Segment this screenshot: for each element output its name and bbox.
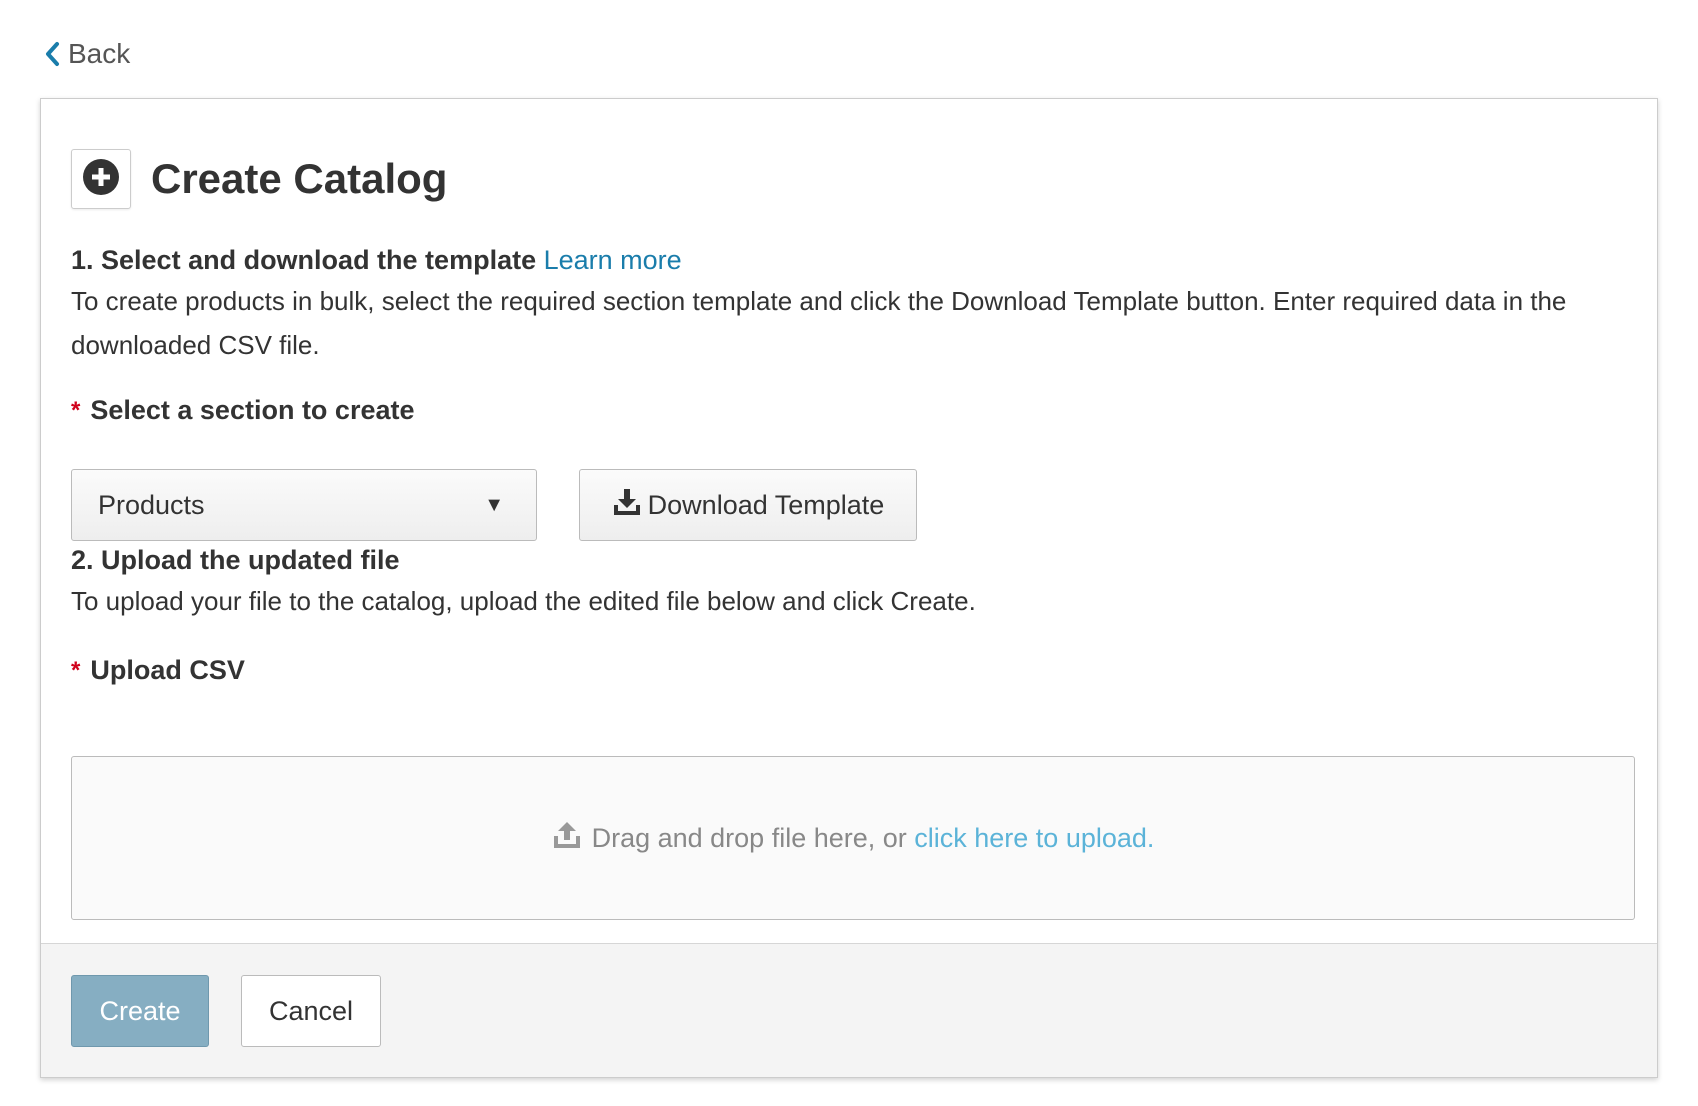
download-icon bbox=[612, 487, 642, 524]
section-field-label: * Select a section to create bbox=[71, 395, 415, 426]
page-title: Create Catalog bbox=[151, 155, 448, 202]
header-icon-box bbox=[71, 149, 131, 209]
upload-icon bbox=[552, 820, 582, 857]
back-link[interactable]: Back bbox=[44, 38, 130, 70]
upload-dropzone[interactable]: Drag and drop file here, or click here t… bbox=[71, 756, 1635, 920]
learn-more-link[interactable]: Learn more bbox=[544, 245, 682, 275]
click-to-upload-link[interactable]: click here to upload. bbox=[914, 823, 1154, 853]
required-marker: * bbox=[71, 656, 81, 684]
card-footer: Create Cancel bbox=[41, 943, 1657, 1077]
create-button[interactable]: Create bbox=[71, 975, 209, 1047]
step2-heading: 2. Upload the updated file bbox=[71, 545, 400, 576]
create-catalog-card: Create Catalog 1. Select and download th… bbox=[40, 98, 1658, 1078]
step1-heading-text: 1. Select and download the template bbox=[71, 245, 537, 275]
section-select[interactable]: Products ▼ bbox=[71, 469, 537, 541]
cancel-button[interactable]: Cancel bbox=[241, 975, 381, 1047]
card-body: Create Catalog 1. Select and download th… bbox=[41, 99, 1657, 953]
required-marker: * bbox=[71, 396, 81, 424]
section-field-label-text: Select a section to create bbox=[90, 395, 415, 425]
step1-heading: 1. Select and download the template Lear… bbox=[71, 245, 682, 276]
step1-description: To create products in bulk, select the r… bbox=[71, 286, 1567, 360]
step2-description: To upload your file to the catalog, uplo… bbox=[71, 586, 976, 616]
dropzone-text: Drag and drop file here, or click here t… bbox=[592, 823, 1155, 854]
step2-heading-text: 2. Upload the updated file bbox=[71, 545, 400, 575]
plus-circle-icon bbox=[82, 158, 120, 201]
caret-down-icon: ▼ bbox=[484, 493, 504, 516]
drop-instructions: Drag and drop file here, or bbox=[591, 822, 915, 853]
back-label: Back bbox=[68, 38, 131, 69]
download-template-button[interactable]: Download Template bbox=[579, 469, 917, 541]
card-header: Create Catalog bbox=[71, 149, 447, 209]
upload-field-label-text: Upload CSV bbox=[90, 655, 245, 685]
upload-field-label: * Upload CSV bbox=[71, 655, 245, 686]
section-select-value: Products bbox=[98, 489, 205, 520]
download-template-label: Download Template bbox=[647, 489, 885, 520]
chevron-left-icon bbox=[44, 41, 60, 67]
